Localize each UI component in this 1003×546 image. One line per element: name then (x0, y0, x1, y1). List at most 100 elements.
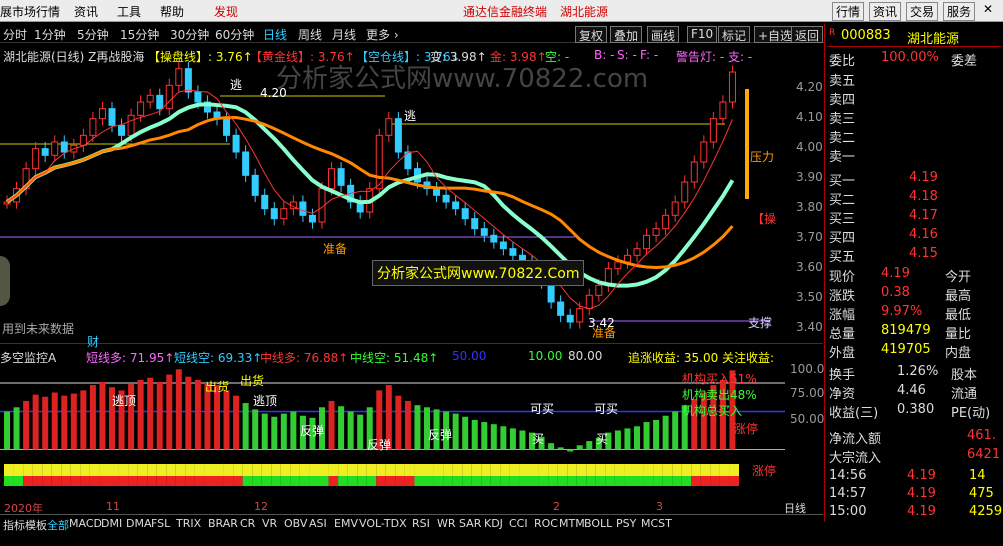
price-axis-label: 4.00 (796, 140, 823, 154)
bid-price: 4.19 (909, 170, 938, 185)
btn-f10[interactable]: F10 (687, 26, 718, 43)
tf-more[interactable]: 更多 › (366, 26, 399, 43)
indicator-bar (548, 443, 555, 450)
collapse-handle[interactable] (0, 256, 10, 306)
strip-top (99, 464, 109, 476)
tab-14[interactable]: VOL-TDX (359, 517, 407, 530)
tab-8[interactable]: BRAR (208, 517, 238, 530)
menu-news[interactable]: 资讯 (74, 3, 98, 20)
tab-22[interactable]: BOLL (584, 517, 612, 530)
tab-5[interactable]: DMA (126, 517, 152, 530)
tab-6[interactable]: FSL (151, 517, 170, 530)
strip-top (319, 464, 329, 476)
strip-top (538, 464, 549, 476)
btn-info[interactable]: 资讯 (869, 2, 902, 21)
btn-mark[interactable]: 标记 (718, 26, 751, 43)
main-chart[interactable]: 湖北能源(日线) Z再战股海 【操盘线】: 3.76↑ 【黄金线】: 3.76↑… (0, 44, 823, 349)
quote-cell: 15:00 (829, 504, 867, 519)
candle (328, 168, 336, 190)
strip-bottom (691, 476, 701, 486)
btn-quote[interactable]: 行情 (832, 2, 865, 21)
strip-top (175, 464, 186, 476)
btn-draw[interactable]: 画线 (647, 26, 680, 43)
tab-24[interactable]: MCST (641, 517, 672, 530)
strip-top (462, 464, 472, 476)
tf-15min[interactable]: 15分钟 (120, 26, 159, 43)
close-icon[interactable]: ✕ (983, 2, 993, 16)
menu-discover[interactable]: 发现 (214, 3, 238, 20)
watermark: 分析家公式网www.70822.com (276, 64, 649, 94)
indicator-bar (338, 406, 345, 450)
tab-4[interactable]: DMI (101, 517, 122, 530)
candle (308, 214, 316, 223)
strip-top (70, 464, 81, 476)
strip-top (118, 464, 129, 476)
quote-cell: 4.19 (907, 468, 936, 483)
tab-13[interactable]: EMV (334, 517, 358, 530)
ask-label: 卖五 (829, 74, 856, 89)
tab-17[interactable]: SAR (459, 517, 481, 530)
menu-help[interactable]: 帮助 (160, 3, 184, 20)
rebound-label: 反弹 (300, 424, 325, 438)
tab-9[interactable]: CR (240, 517, 255, 530)
strip-bottom (719, 476, 730, 486)
strip-bottom (214, 476, 224, 486)
tab-23[interactable]: PSY (616, 517, 636, 530)
strip-bottom (681, 476, 692, 486)
strip-top (61, 464, 71, 476)
level-50: 50.00 (452, 349, 487, 363)
btn-back[interactable]: 返回 (791, 26, 824, 43)
tab-10[interactable]: VR (262, 517, 277, 530)
tf-weekly[interactable]: 周线 (298, 26, 322, 43)
strip-bottom (471, 476, 482, 486)
tab-7[interactable]: TRIX (176, 517, 201, 530)
tab-11[interactable]: OBV (284, 517, 307, 530)
btn-adjust[interactable]: 复权 (575, 26, 608, 43)
tab-21[interactable]: MTM (559, 517, 585, 530)
candle (614, 261, 622, 270)
tab-18[interactable]: KDJ (484, 517, 503, 530)
tf-1min[interactable]: 1分钟 (34, 26, 66, 43)
tab-20[interactable]: ROC (534, 517, 558, 530)
tab-16[interactable]: WR (437, 517, 456, 530)
strip-top (4, 464, 14, 476)
bid-price: 4.15 (909, 246, 938, 261)
tf-60min[interactable]: 60分钟 (215, 26, 254, 43)
indicator-bar (13, 407, 20, 450)
indicator-chart[interactable]: 多空监控A 短线多: 71.95↑ 短线空: 69.33↑ 中线多: 76.88… (0, 346, 832, 498)
weibi-label: 委比 (829, 54, 856, 69)
tab-1[interactable]: 模板 (25, 517, 47, 533)
tf-intraday[interactable]: 分时 (3, 26, 27, 43)
tab-2[interactable]: 全部 (47, 517, 69, 533)
tab-12[interactable]: ASI (309, 517, 327, 530)
strip-top (500, 464, 510, 476)
tab-15[interactable]: RSI (412, 517, 430, 530)
strip-top (672, 464, 682, 476)
quote-row: 涨幅 9.97% 最低 (827, 304, 1002, 323)
btn-service[interactable]: 服务 (943, 2, 976, 21)
tf-monthly[interactable]: 月线 (332, 26, 356, 43)
btn-overlay[interactable]: 叠加 (610, 26, 643, 43)
tf-5min[interactable]: 5分钟 (77, 26, 109, 43)
strip-bottom (13, 476, 24, 486)
tab-0[interactable]: 指标 (3, 517, 25, 533)
main-chart-title: 湖北能源(日线) Z再战股海 (3, 50, 145, 64)
tab-19[interactable]: CCI (509, 517, 528, 530)
tab-3[interactable]: MACD (69, 517, 102, 530)
menu-market[interactable]: 展市场行情 (0, 3, 60, 20)
tf-30min[interactable]: 30分钟 (170, 26, 209, 43)
strip-bottom (23, 476, 33, 486)
indicator-bar (500, 426, 507, 450)
strip-top (424, 464, 434, 476)
strip-bottom (595, 476, 606, 486)
tf-daily[interactable]: 日线 (263, 26, 287, 43)
strip-bottom (290, 476, 300, 486)
watermark-box: 分析家公式网www.70822.Com (372, 260, 585, 286)
quote-cell: 819479 (881, 323, 931, 338)
candle (728, 71, 736, 103)
strip-top (233, 464, 243, 476)
btn-add-fav[interactable]: +自选 (754, 26, 797, 43)
menu-tools[interactable]: 工具 (117, 3, 141, 20)
btn-trade[interactable]: 交易 (906, 2, 939, 21)
strip-bottom (634, 476, 644, 486)
